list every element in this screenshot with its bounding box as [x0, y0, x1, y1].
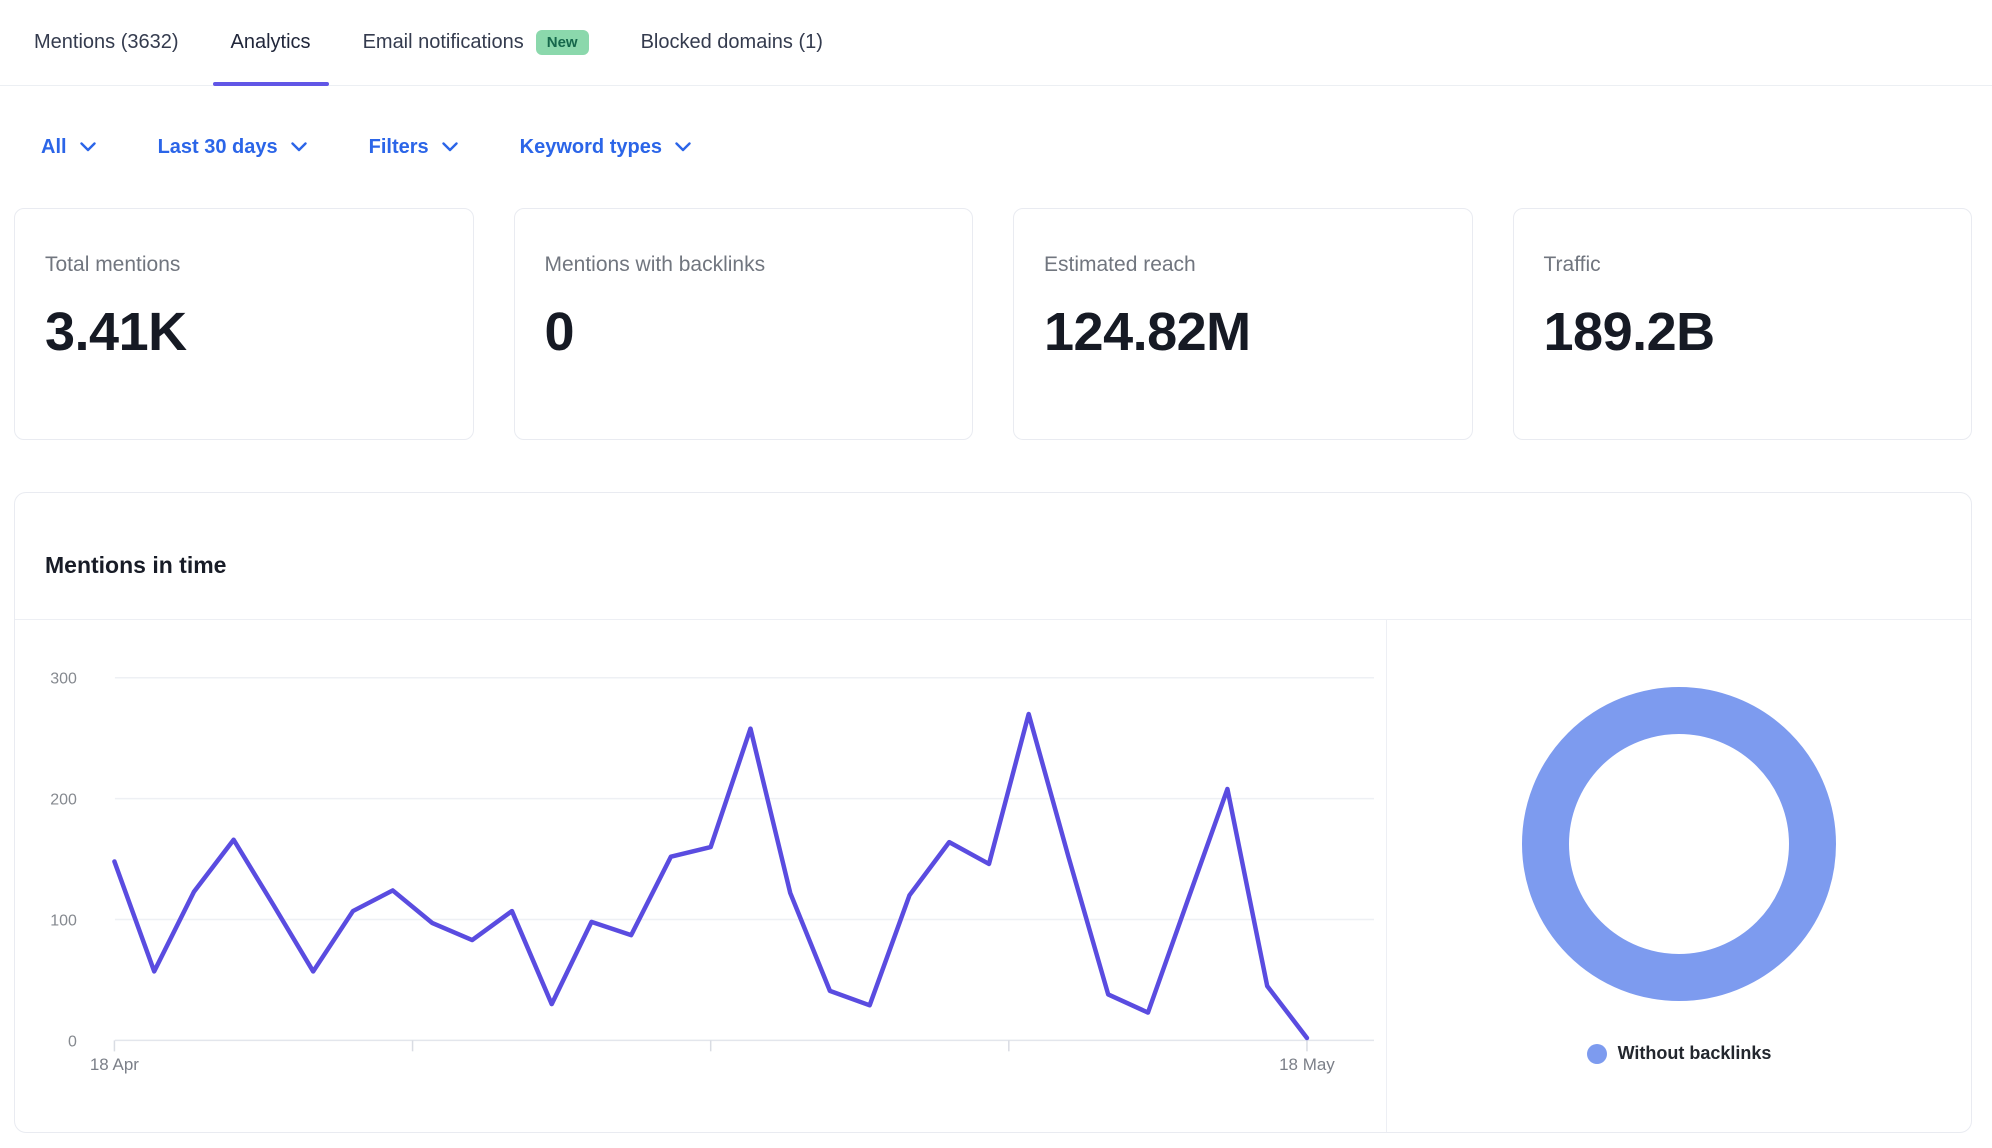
active-tab-underline — [213, 82, 329, 86]
svg-text:300: 300 — [50, 671, 77, 688]
legend-label: Without backlinks — [1618, 1043, 1772, 1064]
stat-value: 0 — [545, 301, 943, 363]
panel-header: Mentions in time — [15, 493, 1971, 620]
stat-label: Traffic — [1544, 253, 1942, 277]
tab-blocked-domains-label: Blocked domains (1) — [641, 31, 823, 54]
panel-body: 0 100 200 300 18 Apr 18 May Without backlinks — [15, 620, 1971, 1132]
filter-keyword-types-label: Keyword types — [520, 136, 662, 159]
legend-item-without-backlinks[interactable]: Without backlinks — [1587, 1043, 1772, 1064]
filter-bar: All Last 30 days Filters Keyword types — [0, 86, 1992, 208]
filter-filters-dropdown[interactable]: Filters — [369, 136, 458, 159]
tab-analytics-label: Analytics — [231, 31, 311, 54]
svg-text:18 Apr: 18 Apr — [90, 1055, 139, 1074]
stat-card-estimated-reach: Estimated reach 124.82M — [1013, 208, 1473, 440]
donut-chart-section: Without backlinks — [1387, 620, 1971, 1132]
mentions-in-time-panel: Mentions in time 0 100 200 300 18 Apr 18 May … — [14, 492, 1972, 1133]
new-badge: New — [536, 30, 589, 55]
stat-card-mentions-with-backlinks: Mentions with backlinks 0 — [514, 208, 974, 440]
tab-bar: Mentions (3632) Analytics Email notifica… — [0, 0, 1992, 86]
chevron-down-icon — [442, 142, 458, 152]
stat-label: Total mentions — [45, 253, 443, 277]
filter-all-dropdown[interactable]: All — [41, 136, 96, 159]
legend-dot-icon — [1587, 1044, 1607, 1064]
filter-date-range-label: Last 30 days — [158, 136, 278, 159]
page-title: Mentions in time — [45, 552, 226, 579]
tab-blocked-domains[interactable]: Blocked domains (1) — [641, 0, 823, 85]
mentions-line-chart: 0 100 200 300 18 Apr 18 May — [15, 620, 1386, 1132]
stat-cards-row: Total mentions 3.41K Mentions with backl… — [14, 208, 1972, 440]
line-chart-section: 0 100 200 300 18 Apr 18 May — [15, 620, 1387, 1132]
svg-text:100: 100 — [50, 912, 77, 929]
svg-text:0: 0 — [68, 1033, 77, 1050]
chevron-down-icon — [80, 142, 96, 152]
stat-value: 189.2B — [1544, 301, 1942, 363]
tab-email-notifications[interactable]: Email notifications New — [363, 0, 589, 85]
chevron-down-icon — [675, 142, 691, 152]
tab-analytics[interactable]: Analytics — [231, 0, 311, 85]
stat-card-traffic: Traffic 189.2B — [1513, 208, 1973, 440]
filter-keyword-types-dropdown[interactable]: Keyword types — [520, 136, 691, 159]
filter-date-range-dropdown[interactable]: Last 30 days — [158, 136, 307, 159]
filter-all-label: All — [41, 136, 67, 159]
filter-filters-label: Filters — [369, 136, 429, 159]
stat-label: Mentions with backlinks — [545, 253, 943, 277]
stat-value: 3.41K — [45, 301, 443, 363]
tab-mentions-label: Mentions (3632) — [34, 31, 179, 54]
stat-label: Estimated reach — [1044, 253, 1442, 277]
svg-text:200: 200 — [50, 792, 77, 809]
stat-card-total-mentions: Total mentions 3.41K — [14, 208, 474, 440]
svg-text:18 May: 18 May — [1279, 1055, 1335, 1074]
backlinks-donut-chart — [1522, 687, 1836, 1001]
tab-mentions[interactable]: Mentions (3632) — [34, 0, 179, 85]
tab-email-notifications-label: Email notifications — [363, 31, 524, 54]
stat-value: 124.82M — [1044, 301, 1442, 363]
chevron-down-icon — [291, 142, 307, 152]
